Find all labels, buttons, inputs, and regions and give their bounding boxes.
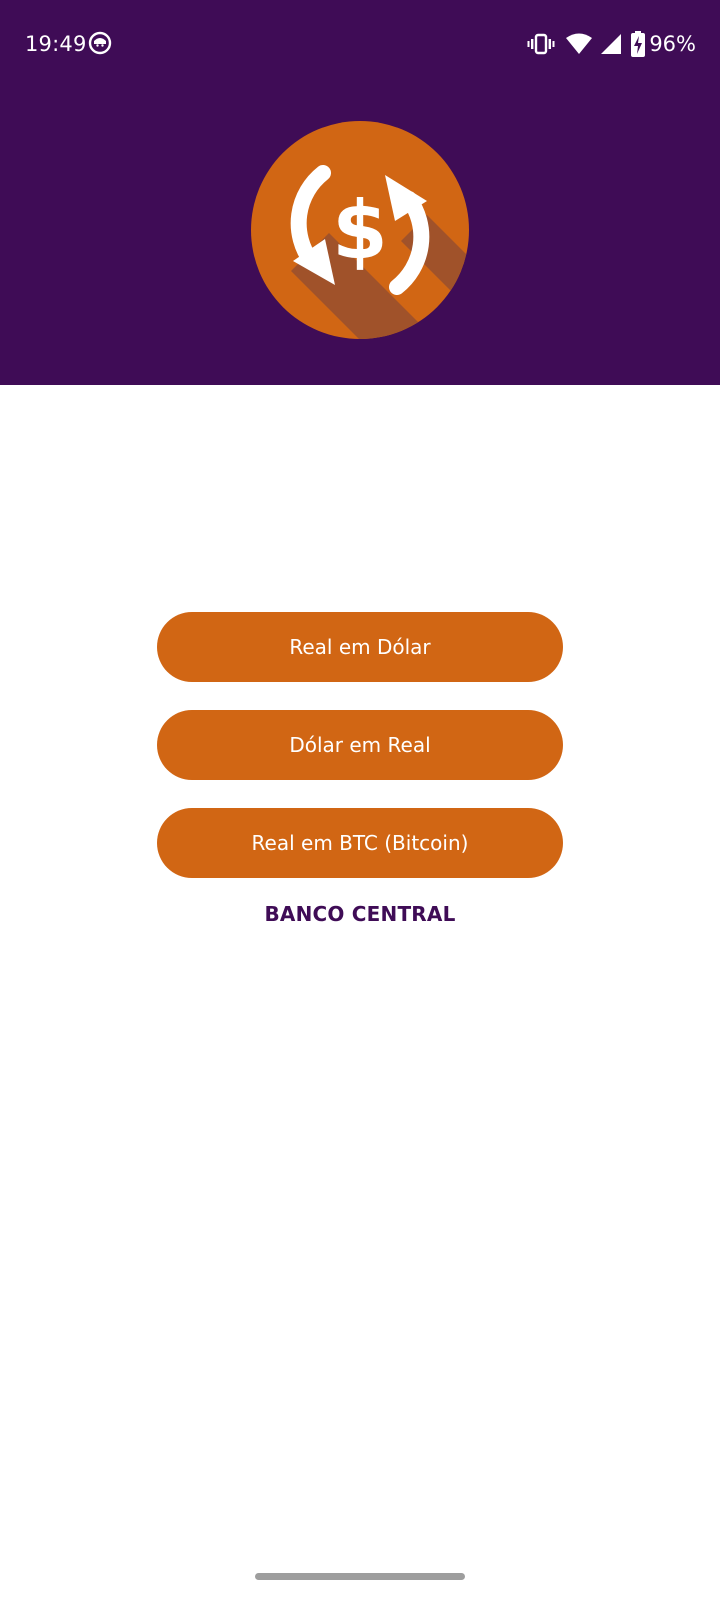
central-bank-link[interactable]: BANCO CENTRAL [157, 900, 563, 928]
status-indicators: 96% [527, 28, 696, 60]
dollar-to-real-button[interactable]: Dólar em Real [157, 710, 563, 780]
battery-charging-icon [631, 31, 646, 57]
real-to-dollar-button[interactable]: Real em Dólar [157, 612, 563, 682]
status-time: 19:49 [25, 32, 87, 56]
app-notification-icon [88, 31, 112, 55]
svg-text:$: $ [332, 184, 388, 277]
real-to-btc-button[interactable]: Real em BTC (Bitcoin) [157, 808, 563, 878]
home-indicator[interactable] [255, 1573, 465, 1580]
battery-percentage: 96% [649, 32, 696, 56]
vibrate-icon [527, 32, 555, 56]
app-header: 19:49 96% $ [0, 0, 720, 385]
cell-signal-icon [599, 32, 623, 56]
status-bar: 19:49 96% [0, 0, 720, 90]
action-buttons: Real em Dólar Dólar em Real Real em BTC … [157, 612, 563, 928]
wifi-icon [565, 32, 593, 56]
currency-exchange-icon: $ [251, 121, 469, 339]
